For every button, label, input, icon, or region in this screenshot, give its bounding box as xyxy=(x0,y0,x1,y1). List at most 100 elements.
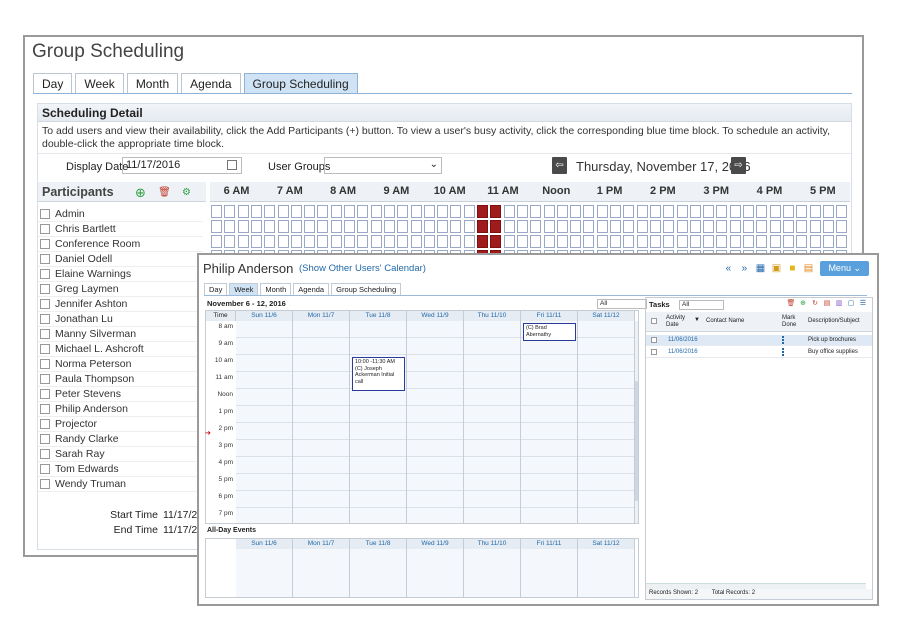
time-block[interactable] xyxy=(516,205,528,218)
all-day-header[interactable]: Wed 11/9 xyxy=(407,539,464,549)
time-block[interactable] xyxy=(264,205,276,218)
time-block[interactable] xyxy=(689,235,701,248)
display-date-input[interactable]: 11/17/2016 xyxy=(122,157,242,174)
all-day-header[interactable]: Fri 11/11 xyxy=(521,539,578,549)
task-row[interactable]: 11/06/2016 Pick up brochures xyxy=(646,335,872,346)
time-block[interactable] xyxy=(344,235,355,248)
all-day-header[interactable]: Sat 11/12 xyxy=(578,539,635,549)
participant-row[interactable]: Jennifer Ashton xyxy=(38,297,203,312)
time-block[interactable] xyxy=(211,205,222,218)
time-block[interactable] xyxy=(836,220,848,233)
time-block[interactable] xyxy=(383,220,395,233)
menu-button[interactable]: Menu ⌄ xyxy=(820,261,869,276)
time-block[interactable] xyxy=(596,220,608,233)
start-time-value[interactable]: 11/17/2 xyxy=(163,509,197,521)
participant-checkbox[interactable] xyxy=(40,479,50,489)
time-block[interactable] xyxy=(370,205,382,218)
time-block[interactable] xyxy=(463,205,475,218)
participant-checkbox[interactable] xyxy=(40,419,50,429)
busy-time-block[interactable] xyxy=(477,220,488,233)
time-block[interactable] xyxy=(649,220,661,233)
calendar-filter-select[interactable]: All xyxy=(597,299,647,309)
time-block[interactable] xyxy=(330,220,342,233)
busy-time-block[interactable] xyxy=(490,235,502,248)
today-icon[interactable]: ▣ xyxy=(770,263,782,274)
participant-row[interactable]: Elaine Warnings xyxy=(38,267,203,282)
all-day-header[interactable]: Mon 11/7 xyxy=(293,539,350,549)
task-row[interactable]: 11/06/2016 Buy office supplies xyxy=(646,347,872,358)
participant-checkbox[interactable] xyxy=(40,239,50,249)
time-block[interactable] xyxy=(330,205,342,218)
all-day-column[interactable] xyxy=(578,549,635,597)
list-icon[interactable]: ☰ xyxy=(858,299,868,307)
participant-checkbox[interactable] xyxy=(40,359,50,369)
time-block[interactable] xyxy=(290,220,302,233)
all-day-header[interactable]: Thu 11/10 xyxy=(464,539,521,549)
time-block[interactable] xyxy=(317,220,329,233)
time-block[interactable] xyxy=(530,205,542,218)
time-block[interactable] xyxy=(570,235,582,248)
time-block[interactable] xyxy=(556,220,568,233)
participant-row[interactable]: Conference Room xyxy=(38,237,203,252)
time-block[interactable] xyxy=(782,235,794,248)
refresh-icon[interactable]: ↻ xyxy=(810,299,820,307)
time-block[interactable] xyxy=(836,205,848,218)
report-icon[interactable]: ▥ xyxy=(834,299,844,307)
task-date[interactable]: 11/06/2016 xyxy=(668,349,698,355)
participant-checkbox[interactable] xyxy=(40,329,50,339)
time-block[interactable] xyxy=(703,220,715,233)
time-block[interactable] xyxy=(623,220,635,233)
time-block[interactable] xyxy=(277,205,289,218)
time-block[interactable] xyxy=(383,205,395,218)
time-block[interactable] xyxy=(410,235,422,248)
notes-icon[interactable]: ■ xyxy=(786,263,798,274)
time-block[interactable] xyxy=(450,235,462,248)
time-block[interactable] xyxy=(636,205,648,218)
participant-checkbox[interactable] xyxy=(40,269,50,279)
time-block[interactable] xyxy=(397,235,409,248)
participant-row[interactable]: Peter Stevens xyxy=(38,387,203,402)
participant-checkbox[interactable] xyxy=(40,344,50,354)
time-block[interactable] xyxy=(237,235,249,248)
time-block[interactable] xyxy=(596,205,608,218)
time-block[interactable] xyxy=(503,220,515,233)
participant-row[interactable]: Manny Silverman xyxy=(38,327,203,342)
time-block[interactable] xyxy=(463,220,475,233)
participant-row[interactable]: Daniel Odell xyxy=(38,252,203,267)
export-icon[interactable]: ▤ xyxy=(822,299,832,307)
time-block[interactable] xyxy=(237,205,249,218)
time-block[interactable] xyxy=(277,220,289,233)
time-block[interactable] xyxy=(290,235,302,248)
user-groups-select[interactable]: ⌄ xyxy=(324,157,442,174)
day-header[interactable]: Thu 11/10 xyxy=(464,311,521,321)
day-column[interactable] xyxy=(236,321,293,523)
participant-row[interactable]: Jonathan Lu xyxy=(38,312,203,327)
time-block[interactable] xyxy=(370,220,382,233)
participant-row[interactable]: Tom Edwards xyxy=(38,462,203,477)
tab-agenda[interactable]: Agenda xyxy=(293,283,330,295)
time-block[interactable] xyxy=(437,220,449,233)
day-header[interactable]: Sat 11/12 xyxy=(578,311,635,321)
time-block[interactable] xyxy=(649,235,661,248)
trash-icon[interactable]: 🗑 xyxy=(158,186,171,199)
tab-group-scheduling[interactable]: Group Scheduling xyxy=(243,73,358,93)
column-mark-done[interactable]: Mark Done xyxy=(782,315,804,329)
calendar-event[interactable]: (C) Brad Abernathy xyxy=(523,323,576,341)
time-block[interactable] xyxy=(237,220,249,233)
time-block[interactable] xyxy=(729,220,741,233)
day-header[interactable]: Fri 11/11 xyxy=(521,311,578,321)
time-block[interactable] xyxy=(756,220,768,233)
time-block[interactable] xyxy=(743,220,754,233)
show-other-users-link[interactable]: (Show Other Users' Calendar) xyxy=(299,263,426,274)
mark-done-handle[interactable] xyxy=(782,348,788,356)
all-day-column[interactable] xyxy=(521,549,578,597)
time-block[interactable] xyxy=(224,205,236,218)
time-block[interactable] xyxy=(304,205,316,218)
time-block[interactable] xyxy=(211,220,222,233)
participant-checkbox[interactable] xyxy=(40,224,50,234)
time-block[interactable] xyxy=(437,205,449,218)
time-block[interactable] xyxy=(782,205,794,218)
time-block[interactable] xyxy=(543,235,555,248)
busy-time-block[interactable] xyxy=(490,205,502,218)
participant-checkbox[interactable] xyxy=(40,449,50,459)
